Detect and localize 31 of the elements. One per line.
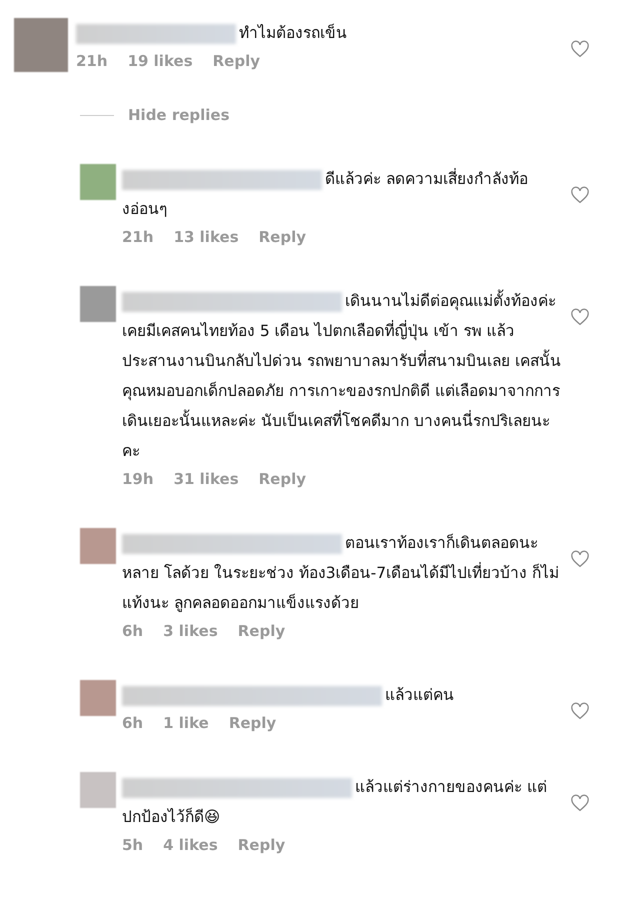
comment-time: 21h [122, 228, 154, 246]
comment-text: ตอนเราท้องเราก็เดินตลอดนะ หลาย โลด้วย ในระยะช่วง ท้อง3เดือน-7เดือนได้มีไปเที่ยวบ้าง ก็ไม่แท้งนะ ลูกคลอดออกมาแข็งแรงด้วย [122, 532, 560, 614]
heart-icon[interactable] [570, 550, 590, 568]
comment-time: 6h [122, 714, 144, 732]
heart-icon[interactable] [570, 186, 590, 204]
reply-link[interactable]: Reply [258, 228, 306, 246]
comment-text: ดีแล้วค่ะ ลดความเสี่ยงกำลังท้องอ่อนๆ [122, 167, 529, 220]
comment-time: 5h [122, 836, 144, 854]
likes-link[interactable]: 3 likes [163, 622, 218, 640]
likes-link[interactable]: 13 likes [174, 228, 239, 246]
likes-link[interactable]: 4 likes [163, 836, 218, 854]
reply-link[interactable]: Reply [228, 714, 276, 732]
reply-link[interactable]: Reply [238, 622, 286, 640]
heart-icon[interactable] [570, 40, 590, 58]
comment-time: 19h [122, 470, 154, 488]
heart-icon[interactable] [570, 308, 590, 326]
heart-icon[interactable] [570, 794, 590, 812]
reply-link[interactable]: Reply [258, 470, 306, 488]
heart-icon[interactable] [570, 702, 590, 720]
comment-time: 21h [76, 52, 108, 70]
hide-replies-link[interactable]: Hide replies [128, 106, 230, 124]
likes-link[interactable]: 19 likes [128, 52, 193, 70]
reply-link[interactable]: Reply [238, 836, 286, 854]
comment-text: เดินนานไม่ดีต่อคุณแม่ตั้งท้องค่ะ เคยมีเคสคนไทยท้อง 5 เดือน ไปตกเลือดที่ญี่ปุ่น เข้า รพ แล้วประสานงานบินกลับไปด่วน รถพยาบาลมารับที่สนามบินเลย เคสนั้นคุณหมอบอกเด็กปลอดภัย การเกาะของรกปกติดี แต่เลือดมาจากการเดินเยอะนั้นแหละค่ะ นับเป็นเคสที่โชคดีมาก บางคนนี่รกปริเลยนะคะ [122, 286, 567, 466]
reply-link[interactable]: Reply [212, 52, 260, 70]
comment-text: ทำไมต้องรถเข็น [76, 18, 521, 48]
comment-text: แล้วแต่คน [122, 680, 567, 710]
likes-link[interactable]: 31 likes [174, 470, 239, 488]
comment-text: แล้วแต่ร่างกายของคนค่ะ แต่ปกป้องไว้ก็ดี😆 [122, 776, 548, 828]
likes-link[interactable]: 1 like [163, 714, 209, 732]
comment-time: 6h [122, 622, 144, 640]
